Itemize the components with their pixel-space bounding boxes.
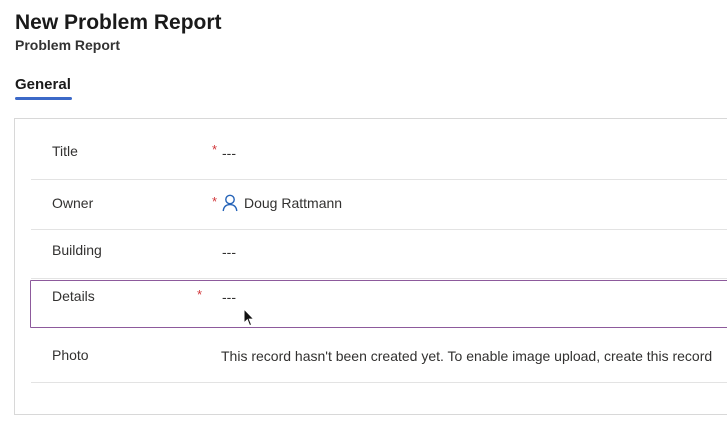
photo-upload-message: This record hasn't been created yet. To … [221,348,713,364]
mouse-pointer-icon [243,307,255,333]
field-label-details: Details [52,288,95,304]
person-icon [222,194,238,212]
owner-lookup-link[interactable]: Doug Rattmann [222,194,342,212]
field-label-building: Building [52,242,102,258]
field-label-photo: Photo [52,347,89,363]
tab-general[interactable]: General [15,76,72,100]
details-input[interactable]: --- [222,289,236,305]
field-row-owner: Owner * Doug Rattmann [31,180,727,230]
field-label-owner: Owner [52,195,94,211]
form-section: Title * --- Owner * Doug Rattmann Buildi… [14,118,727,415]
page-subtitle: Problem Report [15,37,121,53]
required-indicator: * [197,287,203,302]
field-row-title: Title * --- [31,119,727,180]
title-input[interactable]: --- [222,145,236,161]
field-row-building: Building --- [31,230,727,279]
page-header: New Problem Report Problem Report [15,10,222,53]
field-label-title: Title [52,143,78,159]
building-input[interactable]: --- [222,244,236,260]
required-indicator: * [212,142,218,157]
field-row-details: Details * --- [30,280,727,328]
owner-name: Doug Rattmann [244,195,343,211]
field-row-photo: Photo This record hasn't been created ye… [31,328,727,383]
page-title: New Problem Report [15,11,222,34]
required-indicator: * [212,194,218,209]
tab-bar: General [15,76,72,100]
